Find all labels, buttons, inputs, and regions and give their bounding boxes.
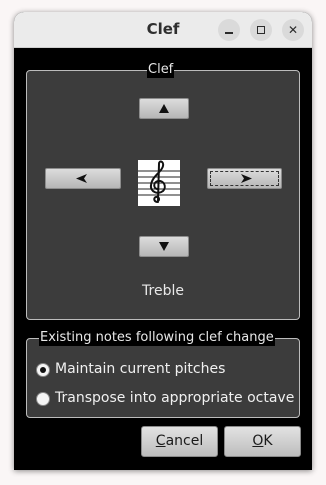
triangle-down-icon bbox=[159, 242, 169, 251]
clef-group-legend: Clef bbox=[147, 62, 175, 78]
maximize-button[interactable] bbox=[250, 19, 272, 41]
maintain-pitches-label: Maintain current pitches bbox=[55, 361, 226, 377]
title-bar[interactable]: Clef ✕ bbox=[14, 12, 312, 48]
treble-clef-icon bbox=[138, 160, 180, 206]
next-clef-button[interactable] bbox=[207, 168, 282, 189]
ok-label: K bbox=[263, 433, 273, 449]
clef-group: Clef Treble bbox=[26, 62, 300, 320]
ok-mnemonic: O bbox=[252, 433, 264, 449]
minimize-button[interactable] bbox=[218, 19, 240, 41]
cancel-mnemonic: C bbox=[155, 433, 166, 449]
move-down-button[interactable] bbox=[139, 236, 189, 257]
close-button[interactable]: ✕ bbox=[282, 19, 304, 41]
existing-notes-legend: Existing notes following clef change bbox=[39, 330, 275, 346]
clef-dialog: Clef ✕ Clef Treble Existing notes follow… bbox=[14, 12, 312, 470]
arrow-right-icon bbox=[241, 174, 252, 183]
transpose-octave-label: Transpose into appropriate octave bbox=[55, 390, 295, 406]
arrow-left-icon bbox=[76, 174, 87, 183]
close-icon: ✕ bbox=[287, 23, 299, 37]
existing-notes-group: Existing notes following clef change Mai… bbox=[26, 330, 300, 418]
previous-clef-button[interactable] bbox=[45, 168, 121, 189]
ok-button[interactable]: OK bbox=[224, 426, 301, 457]
triangle-up-icon bbox=[159, 104, 169, 113]
cancel-button[interactable]: Cancel bbox=[141, 426, 218, 457]
maintain-pitches-radio[interactable] bbox=[36, 363, 50, 377]
cancel-label: ancel bbox=[165, 433, 204, 449]
transpose-octave-radio[interactable] bbox=[36, 392, 50, 406]
move-up-button[interactable] bbox=[139, 98, 189, 119]
current-clef-label: Treble bbox=[142, 283, 184, 299]
